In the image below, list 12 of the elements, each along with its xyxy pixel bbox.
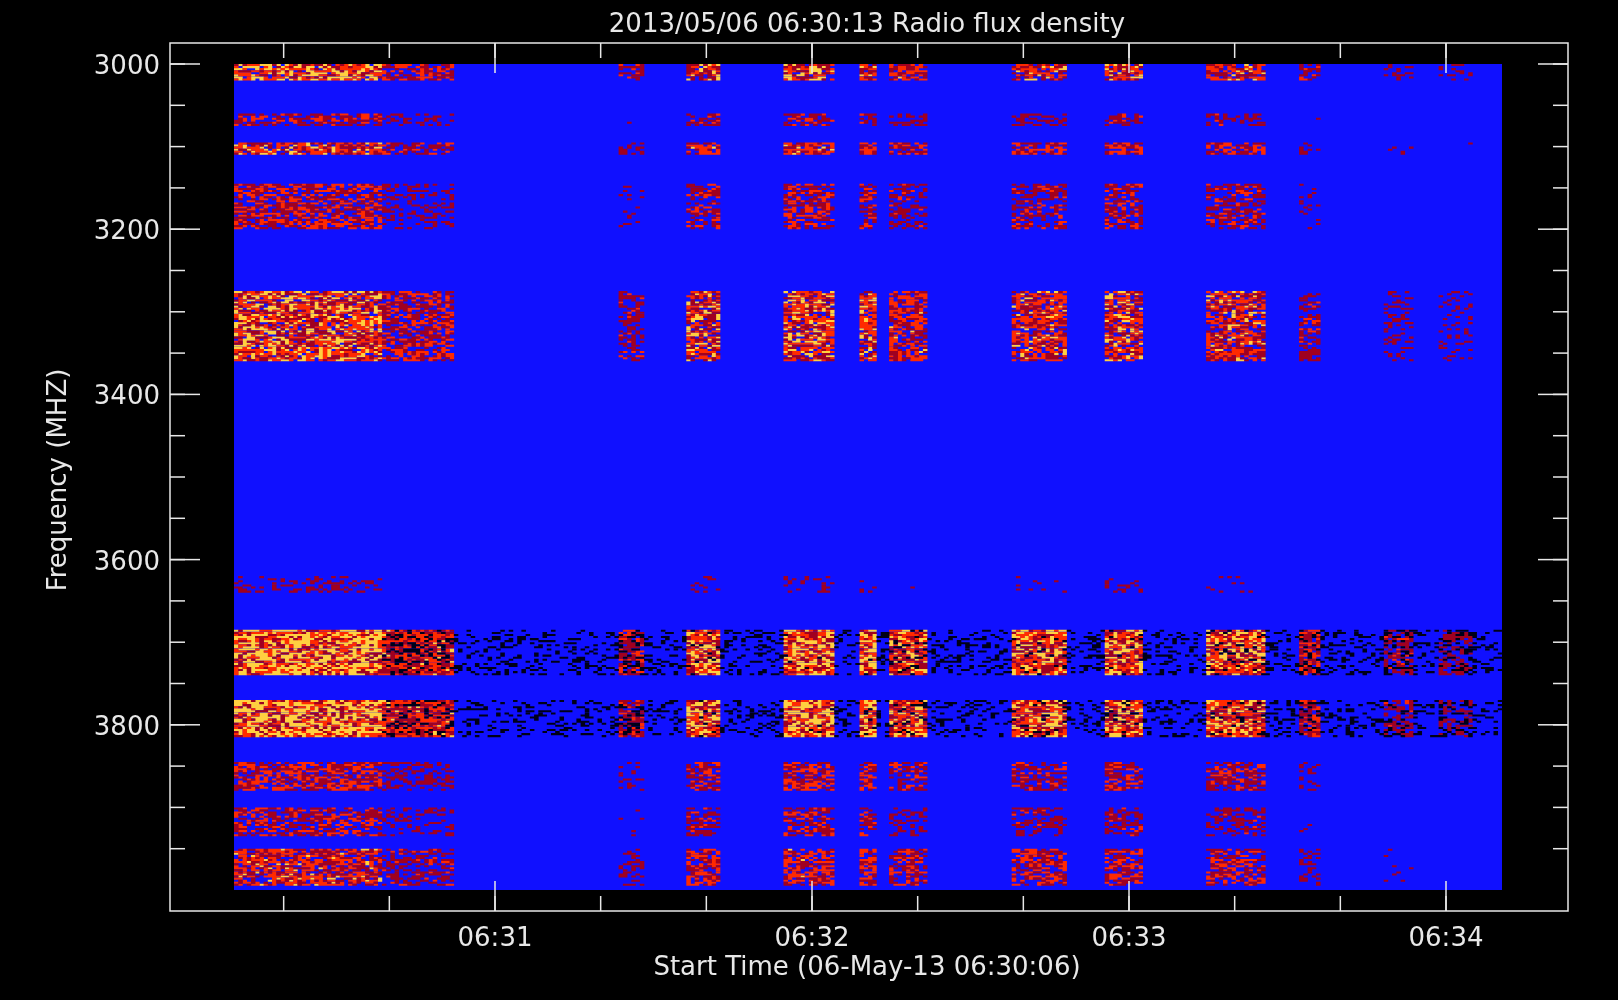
axis-tick-label: 3400 [93,380,160,411]
axis-tick-label: 3000 [93,50,160,80]
chart-title: 2013/05/06 06:30:13 Radio flux density [608,8,1126,38]
axis-tick-label: 3600 [93,545,160,576]
axis-tick-label: 3800 [93,710,160,741]
axis-tick-label: 06:34 [1408,922,1484,952]
axis-tick-label: 3200 [93,215,160,246]
axis-tick-label: 06:32 [774,922,850,952]
axis-tick-label: 06:33 [1091,922,1167,952]
y-axis-label: Frequency (MHZ) [42,368,72,592]
axis-tick-label: 06:31 [457,922,533,952]
x-axis-label: Start Time (06-May-13 06:30:06) [653,951,1081,981]
